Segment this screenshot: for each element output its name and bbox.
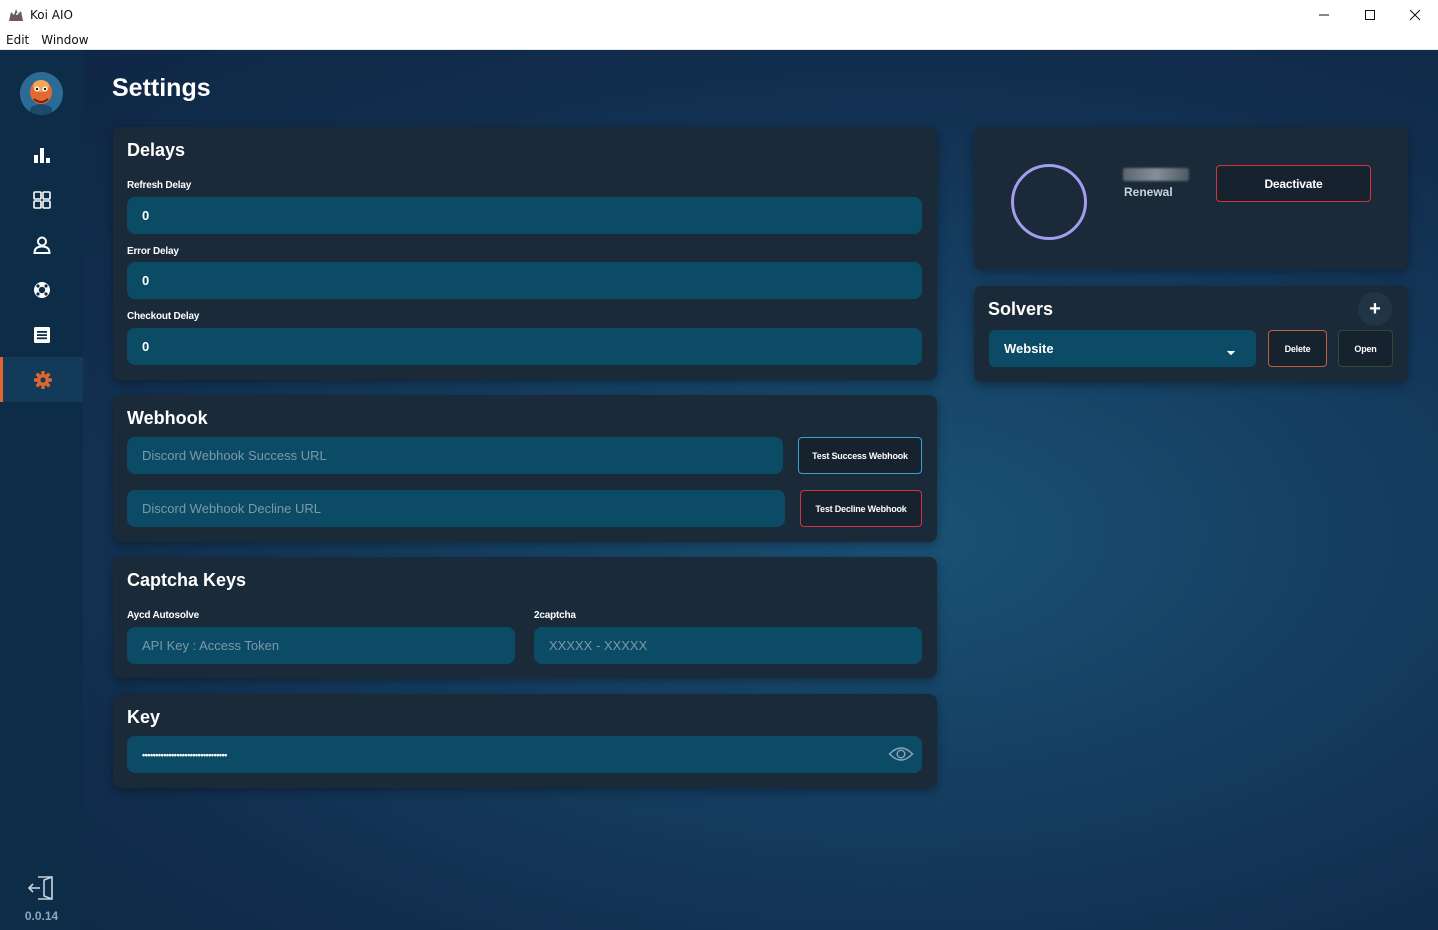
license-key-input[interactable]: ••••••••••••••••••••••••••••••••	[127, 736, 922, 773]
nav-settings[interactable]	[0, 357, 83, 402]
title-bar: Koi AIO	[0, 0, 1438, 30]
webhook-decline-input[interactable]: Discord Webhook Decline URL	[127, 490, 785, 527]
error-delay-input[interactable]: 0	[127, 262, 922, 299]
lifebuoy-icon	[33, 281, 50, 298]
sidebar: 0.0.14	[0, 50, 83, 930]
maximize-button[interactable]	[1347, 0, 1393, 30]
window-title: Koi AIO	[30, 8, 73, 22]
solver-select[interactable]: Website	[989, 330, 1256, 367]
refresh-delay-input[interactable]: 0	[127, 197, 922, 234]
nav-profiles[interactable]	[0, 222, 83, 267]
gear-icon	[34, 370, 52, 389]
delays-card: Delays Refresh Delay 0 Error Delay 0 Che…	[113, 127, 937, 380]
checkout-delay-input[interactable]: 0	[127, 328, 922, 365]
delays-title: Delays	[127, 140, 186, 160]
license-status-ring	[1011, 164, 1087, 240]
show-key-eye-icon[interactable]	[888, 745, 914, 768]
solvers-title: Solvers	[988, 299, 1054, 319]
aycd-autosolve-input[interactable]: API Key : Access Token	[127, 627, 515, 664]
solvers-card: Solvers + Website Delete Open	[974, 286, 1408, 382]
chevron-down-icon	[1226, 344, 1236, 359]
nav-dashboard[interactable]	[0, 177, 83, 222]
deactivate-button[interactable]: Deactivate	[1216, 165, 1371, 202]
twocaptcha-input[interactable]: XXXXX - XXXXX	[534, 627, 922, 664]
nav-proxies[interactable]	[0, 267, 83, 312]
logout-button[interactable]	[26, 875, 56, 901]
menu-item-edit[interactable]: Edit	[0, 33, 35, 47]
app-logo-icon	[8, 7, 24, 23]
webhook-card: Webhook Discord Webhook Success URL Test…	[113, 395, 937, 542]
aycd-autosolve-label: Aycd Autosolve	[127, 610, 200, 621]
close-icon	[1409, 9, 1421, 21]
captcha-keys-title: Captcha Keys	[127, 570, 247, 590]
page-title: Settings	[112, 74, 211, 102]
avatar	[20, 72, 63, 115]
test-success-webhook-button[interactable]: Test Success Webhook	[798, 437, 922, 474]
error-delay-label: Error Delay	[127, 246, 179, 257]
menu-bar: Edit Window	[0, 30, 1438, 50]
nav-analytics[interactable]	[0, 132, 83, 177]
minimize-icon	[1319, 14, 1329, 16]
webhook-success-input[interactable]: Discord Webhook Success URL	[127, 437, 783, 474]
captcha-keys-card: Captcha Keys Aycd Autosolve API Key : Ac…	[113, 557, 937, 678]
key-title: Key	[127, 707, 161, 727]
menu-item-window[interactable]: Window	[35, 33, 94, 47]
minimize-button[interactable]	[1301, 0, 1347, 30]
key-card: Key ••••••••••••••••••••••••••••••••	[113, 694, 937, 788]
list-icon	[33, 326, 50, 343]
maximize-icon	[1365, 10, 1375, 20]
app-version: 0.0.14	[24, 909, 59, 923]
open-solver-button[interactable]: Open	[1338, 330, 1393, 367]
renewal-label: Renewal	[1124, 185, 1173, 199]
close-button[interactable]	[1392, 0, 1438, 30]
refresh-delay-label: Refresh Delay	[127, 180, 192, 191]
logout-icon	[27, 876, 53, 900]
checkout-delay-label: Checkout Delay	[127, 311, 200, 322]
nav-logs[interactable]	[0, 312, 83, 357]
license-card: Renewal Deactivate	[974, 127, 1408, 269]
app-area: 0.0.14 Settings Delays Refresh Delay 0 E…	[0, 50, 1438, 930]
bar-chart-icon	[33, 147, 50, 163]
add-solver-button[interactable]: +	[1358, 292, 1392, 326]
webhook-title: Webhook	[127, 408, 208, 428]
grid-icon	[32, 190, 51, 209]
test-decline-webhook-button[interactable]: Test Decline Webhook	[800, 490, 922, 527]
solver-select-value: Website	[1004, 341, 1054, 356]
user-icon	[32, 236, 51, 254]
delete-solver-button[interactable]: Delete	[1268, 330, 1327, 367]
license-redacted-value	[1123, 168, 1189, 181]
twocaptcha-label: 2captcha	[534, 610, 576, 621]
